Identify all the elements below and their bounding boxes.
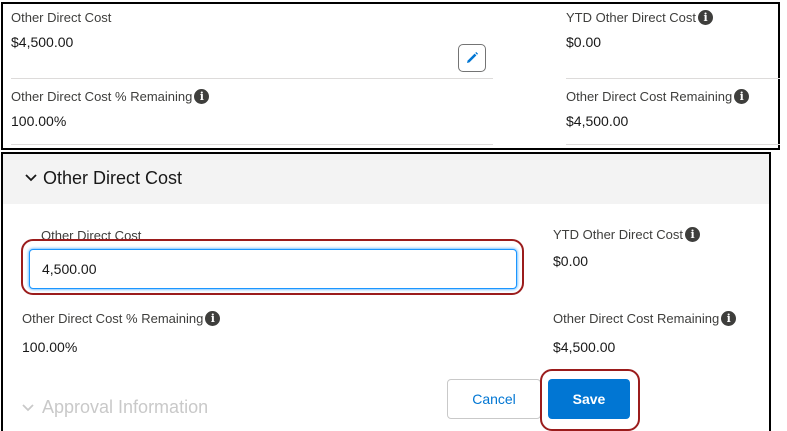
cost-remaining-label: Other Direct Cost Remaining bbox=[566, 89, 733, 104]
ytd-other-direct-cost-value: $0.00 bbox=[566, 34, 602, 50]
section-header-approval-information[interactable]: Approval Information bbox=[22, 397, 208, 418]
cancel-button[interactable]: Cancel bbox=[447, 379, 541, 419]
ytd-other-direct-cost-field: YTD Other Direct Cost i $0.00 bbox=[566, 10, 714, 50]
ytd-other-direct-cost-field: YTD Other Direct Cost i $0.00 bbox=[553, 227, 701, 269]
cost-remaining-value: $4,500.00 bbox=[553, 339, 616, 355]
other-direct-cost-field: Other Direct Cost $4,500.00 bbox=[11, 10, 111, 50]
percent-remaining-label: Other Direct Cost % Remaining bbox=[11, 89, 193, 104]
pencil-icon bbox=[467, 52, 478, 63]
cost-remaining-field: Other Direct Cost Remaining i $4,500.00 bbox=[566, 89, 750, 129]
divider bbox=[566, 78, 780, 79]
other-direct-cost-value: $4,500.00 bbox=[11, 34, 74, 50]
percent-remaining-label: Other Direct Cost % Remaining bbox=[22, 311, 204, 326]
chevron-down-icon bbox=[25, 174, 37, 182]
info-icon[interactable]: i bbox=[205, 311, 221, 326]
edit-other-direct-cost-button[interactable] bbox=[458, 44, 486, 72]
percent-remaining-value: 100.00% bbox=[22, 339, 78, 355]
divider bbox=[566, 144, 780, 145]
ytd-other-direct-cost-label: YTD Other Direct Cost bbox=[566, 10, 697, 25]
ytd-other-direct-cost-label: YTD Other Direct Cost bbox=[553, 227, 684, 242]
divider bbox=[11, 78, 493, 79]
percent-remaining-field: Other Direct Cost % Remaining i 100.00% bbox=[11, 89, 210, 129]
ytd-other-direct-cost-value: $0.00 bbox=[553, 253, 589, 269]
approval-information-title: Approval Information bbox=[42, 397, 209, 417]
info-icon[interactable]: i bbox=[721, 311, 737, 326]
info-icon[interactable]: i bbox=[194, 89, 210, 104]
section-title: Other Direct Cost bbox=[43, 168, 183, 188]
section-header-other-direct-cost[interactable]: Other Direct Cost bbox=[3, 154, 769, 204]
divider bbox=[11, 144, 493, 145]
cost-remaining-label: Other Direct Cost Remaining bbox=[553, 311, 720, 326]
view-panel: Other Direct Cost $4,500.00 Other Direct… bbox=[1, 2, 780, 150]
percent-remaining-value: 100.00% bbox=[11, 113, 67, 129]
percent-remaining-field: Other Direct Cost % Remaining i 100.00% bbox=[22, 311, 221, 355]
other-direct-cost-label: Other Direct Cost bbox=[11, 10, 112, 25]
info-icon[interactable]: i bbox=[698, 10, 714, 25]
chevron-down-icon bbox=[22, 403, 34, 411]
other-direct-cost-input[interactable] bbox=[29, 249, 517, 289]
cost-remaining-value: $4,500.00 bbox=[566, 113, 629, 129]
save-button[interactable]: Save bbox=[548, 379, 630, 419]
info-icon[interactable]: i bbox=[734, 89, 750, 104]
cost-remaining-field: Other Direct Cost Remaining i $4,500.00 bbox=[553, 311, 737, 355]
info-icon[interactable]: i bbox=[685, 227, 701, 242]
